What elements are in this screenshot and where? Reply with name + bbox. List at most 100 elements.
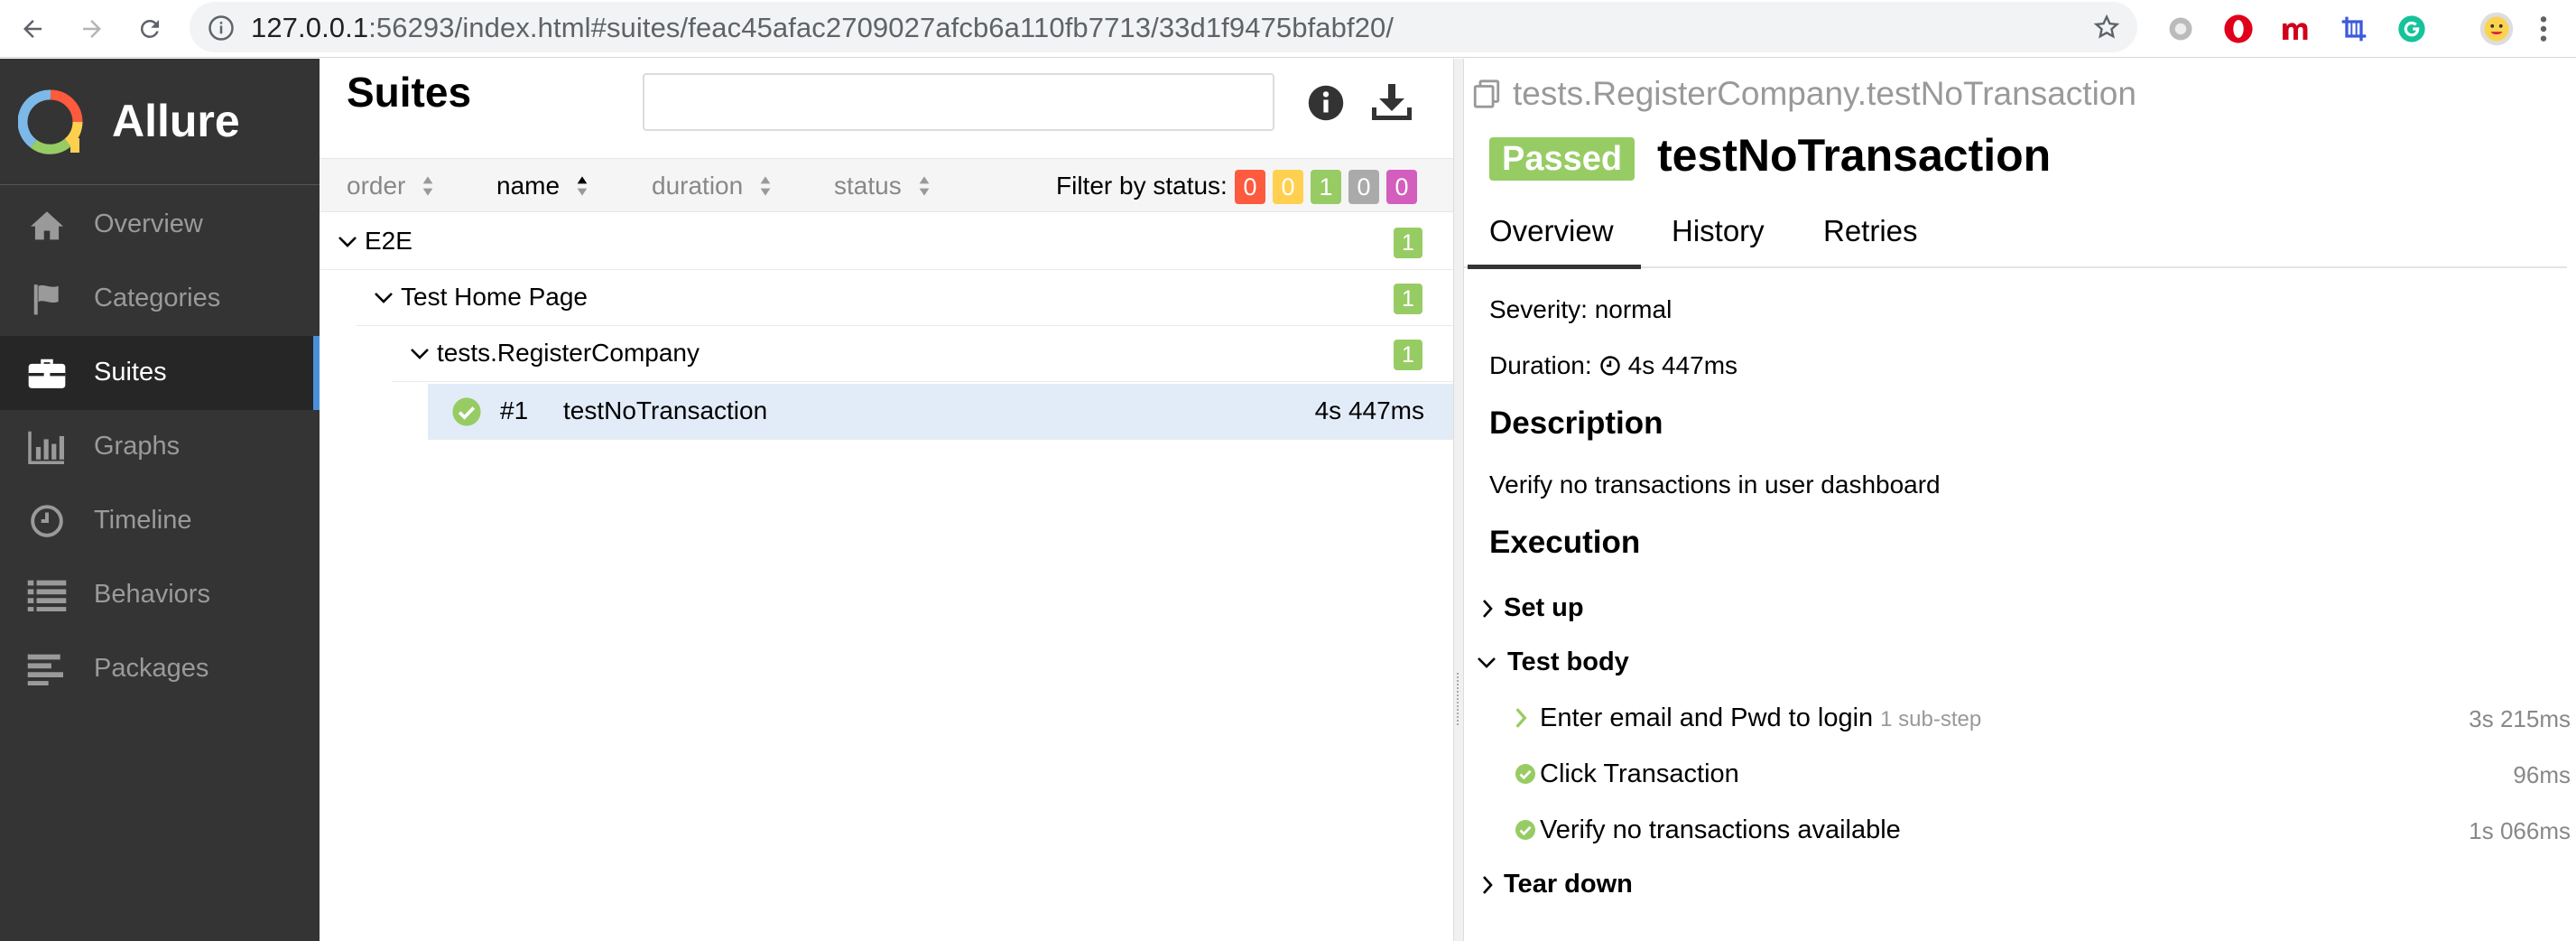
sidebar-item-label: Timeline bbox=[94, 506, 192, 535]
chevron-right-icon bbox=[1483, 875, 1493, 894]
crop-extension-icon[interactable] bbox=[2336, 11, 2372, 47]
step-text: Click Transaction bbox=[1540, 759, 1739, 789]
sort-label: order bbox=[347, 172, 406, 200]
allure-logo-icon bbox=[18, 89, 83, 154]
step-name: Verify no transactions available bbox=[1540, 815, 1901, 844]
sort-label: duration bbox=[652, 172, 744, 200]
sidebar-item-packages[interactable]: Packages bbox=[0, 632, 320, 706]
step-name: Click Transaction bbox=[1540, 759, 1739, 788]
stage-test-body[interactable]: Test body bbox=[1477, 648, 1629, 677]
tree-node-label: Test Home Page bbox=[401, 283, 588, 311]
filter-unknown-badge[interactable]: 0 bbox=[1386, 170, 1417, 204]
m-extension-icon[interactable] bbox=[2278, 11, 2314, 47]
tree-node-label: tests.RegisterCompany bbox=[437, 339, 700, 367]
copy-icon[interactable] bbox=[1471, 79, 1502, 109]
camera-extension-icon[interactable] bbox=[2163, 11, 2199, 47]
tree-node-sub-suite[interactable]: Test Home Page 1 bbox=[356, 270, 1453, 326]
sidebar-item-behaviors[interactable]: Behaviors bbox=[0, 558, 320, 632]
step-duration: 96ms bbox=[2513, 761, 2571, 788]
suites-pane: Suites order name duration status Filter… bbox=[320, 59, 1453, 941]
sort-label: name bbox=[496, 172, 561, 200]
sort-icon bbox=[577, 176, 588, 196]
step-duration: 3s 215ms bbox=[2469, 705, 2571, 732]
sort-order[interactable]: order bbox=[347, 172, 434, 200]
step-row[interactable]: Verify no transactions available 1s 066m… bbox=[1515, 814, 2571, 850]
filter-passed-badge[interactable]: 1 bbox=[1311, 170, 1341, 204]
opera-extension-icon[interactable] bbox=[2220, 11, 2256, 47]
sidebar-item-graphs[interactable]: Graphs bbox=[0, 410, 320, 484]
clock-icon bbox=[1599, 356, 1620, 376]
sidebar-item-label: Overview bbox=[94, 210, 203, 238]
execution-heading: Execution bbox=[1489, 525, 1641, 560]
tab-overview[interactable]: Overview bbox=[1468, 214, 1640, 269]
browser-toolbar: 127.0.0.1:56293/index.html#suites/feac45… bbox=[0, 0, 2576, 58]
reload-button[interactable] bbox=[130, 9, 170, 49]
breadcrumb: tests.RegisterCompany.testNoTransaction bbox=[1471, 75, 2136, 113]
description-text: Verify no transactions in user dashboard bbox=[1489, 470, 1941, 498]
step-row[interactable]: Click Transaction 96ms bbox=[1515, 758, 2571, 794]
tree-node-label: E2E bbox=[365, 227, 412, 255]
sort-name[interactable]: name bbox=[496, 172, 588, 200]
tab-retries[interactable]: Retries bbox=[1823, 214, 1918, 248]
pane-splitter[interactable] bbox=[1453, 59, 1464, 941]
filter-broken-badge[interactable]: 0 bbox=[1273, 170, 1303, 204]
sidebar-item-overview[interactable]: Overview bbox=[0, 188, 320, 262]
bar-chart-icon bbox=[25, 429, 69, 465]
tab-history[interactable]: History bbox=[1672, 214, 1765, 248]
url-path: :56293/index.html#suites/feac45afac27090… bbox=[368, 12, 1395, 43]
test-title: testNoTransaction bbox=[1657, 130, 2052, 181]
sort-bar: order name duration status Filter by sta… bbox=[320, 158, 1453, 212]
chevron-down-icon bbox=[1478, 657, 1496, 668]
breadcrumb-text: tests.RegisterCompany.testNoTransaction bbox=[1513, 75, 2136, 112]
passed-check-icon bbox=[1515, 820, 1535, 840]
align-left-icon bbox=[25, 651, 69, 687]
tab-bar: Overview History Retries bbox=[1464, 203, 2567, 269]
list-icon bbox=[25, 577, 69, 613]
sidebar-item-label: Behaviors bbox=[94, 580, 210, 609]
sort-icon bbox=[423, 176, 433, 196]
address-bar[interactable]: 127.0.0.1:56293/index.html#suites/feac45… bbox=[190, 2, 2137, 52]
brand-name: Allure bbox=[112, 96, 240, 146]
info-icon[interactable] bbox=[1307, 84, 1345, 122]
back-button[interactable] bbox=[13, 9, 52, 49]
sort-duration[interactable]: duration bbox=[652, 172, 772, 200]
avatar-icon[interactable] bbox=[2479, 11, 2515, 47]
url-text[interactable]: 127.0.0.1:56293/index.html#suites/feac45… bbox=[251, 12, 1394, 44]
sidebar-item-categories[interactable]: Categories bbox=[0, 262, 320, 336]
bookmark-star-icon[interactable] bbox=[2092, 13, 2121, 42]
tree-node-class[interactable]: tests.RegisterCompany 1 bbox=[392, 326, 1453, 382]
sidebar-item-label: Packages bbox=[94, 654, 209, 683]
stage-label: Test body bbox=[1507, 648, 1629, 676]
stage-label: Set up bbox=[1504, 593, 1584, 622]
filter-skipped-badge[interactable]: 0 bbox=[1348, 170, 1379, 204]
sidebar-item-timeline[interactable]: Timeline bbox=[0, 484, 320, 558]
stage-teardown[interactable]: Tear down bbox=[1482, 870, 1633, 899]
info-circle-icon[interactable] bbox=[208, 14, 235, 42]
clock-icon bbox=[25, 503, 69, 539]
filter-failed-badge[interactable]: 0 bbox=[1235, 170, 1265, 204]
sort-label: status bbox=[834, 172, 902, 200]
count-badge: 1 bbox=[1394, 228, 1422, 258]
test-number: #1 bbox=[500, 396, 529, 424]
sidebar-item-label: Suites bbox=[94, 358, 167, 387]
stage-setup[interactable]: Set up bbox=[1482, 593, 1584, 623]
sort-status[interactable]: status bbox=[834, 172, 931, 200]
chevron-down-icon bbox=[375, 293, 393, 303]
sidebar-item-label: Categories bbox=[94, 284, 221, 312]
sidebar-item-suites[interactable]: Suites bbox=[0, 336, 320, 410]
splitter-grip-icon bbox=[1457, 673, 1460, 725]
grammarly-extension-icon[interactable] bbox=[2394, 11, 2430, 47]
status-badge: Passed bbox=[1489, 137, 1635, 181]
download-icon[interactable] bbox=[1370, 82, 1413, 124]
brand[interactable]: Allure bbox=[0, 59, 320, 185]
chevron-down-icon bbox=[411, 349, 429, 359]
search-input[interactable] bbox=[643, 73, 1274, 131]
severity-text: Severity: normal bbox=[1489, 295, 1673, 323]
test-name: testNoTransaction bbox=[563, 396, 768, 424]
tree-node-suite[interactable]: E2E 1 bbox=[320, 214, 1453, 270]
forward-button[interactable] bbox=[72, 9, 112, 49]
kebab-menu-icon[interactable] bbox=[2525, 11, 2562, 47]
step-row[interactable]: Enter email and Pwd to login 1 sub-step 3… bbox=[1515, 702, 2571, 738]
test-duration: 4s 447ms bbox=[1314, 396, 1424, 424]
test-row[interactable]: #1 testNoTransaction 4s 447ms bbox=[428, 384, 1453, 440]
